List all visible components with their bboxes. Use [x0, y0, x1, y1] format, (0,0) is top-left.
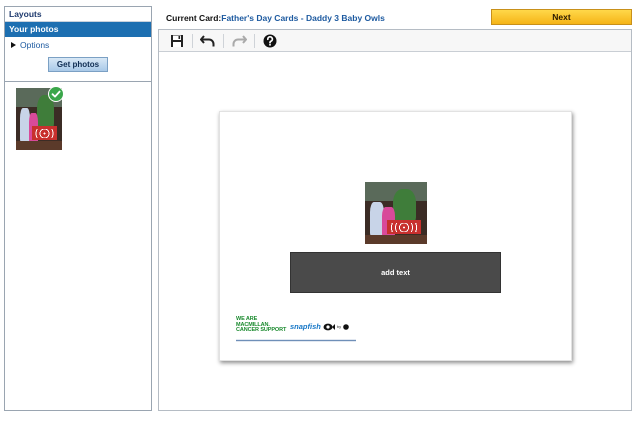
- get-photos-row: Get photos: [5, 52, 151, 76]
- current-card-name[interactable]: Father's Day Cards - Daddy 3 Baby Owls: [221, 13, 385, 23]
- fish-icon: [323, 323, 335, 330]
- current-card: Current Card:Father's Day Cards - Daddy …: [166, 12, 385, 24]
- card-editor-app: Layouts Your photos Options Get photos C…: [0, 0, 640, 427]
- tab-layouts[interactable]: Layouts: [5, 7, 151, 22]
- editor-toolbar: [159, 30, 631, 52]
- next-button[interactable]: Next: [491, 9, 632, 25]
- photo-thumbnail[interactable]: [16, 86, 64, 150]
- save-icon[interactable]: [165, 31, 189, 51]
- left-panel: Layouts Your photos Options Get photos: [4, 6, 152, 411]
- options-toggle[interactable]: Options: [5, 38, 151, 52]
- help-icon[interactable]: [258, 31, 282, 51]
- check-icon: [48, 86, 64, 102]
- hp-logo-icon: [343, 323, 349, 330]
- card-logos: WE ARE MACMILLAN. CANCER SUPPORT snapfis…: [236, 316, 366, 339]
- snapfish-logo: snapfish by: [290, 322, 349, 331]
- current-card-label: Current Card:: [166, 13, 222, 23]
- card-tagline: [236, 339, 356, 343]
- add-text-button[interactable]: add text: [290, 252, 501, 293]
- macmillan-logo: WE ARE MACMILLAN. CANCER SUPPORT: [236, 316, 287, 334]
- card-preview: add text WE ARE MACMILLAN. CANCER SUPPOR…: [219, 111, 572, 361]
- undo-icon[interactable]: [196, 31, 220, 51]
- expand-triangle-icon: [11, 41, 16, 48]
- editor-area: add text WE ARE MACMILLAN. CANCER SUPPOR…: [158, 29, 632, 411]
- get-photos-button[interactable]: Get photos: [48, 56, 108, 72]
- tab-your-photos[interactable]: Your photos: [5, 22, 151, 37]
- tagline-fine-print-icon: [236, 339, 356, 342]
- redo-icon[interactable]: [227, 31, 251, 51]
- options-label: Options: [20, 40, 50, 50]
- photo-thumbnails: [5, 81, 151, 410]
- card-photo-image: [365, 182, 427, 244]
- card-photo[interactable]: [365, 182, 427, 244]
